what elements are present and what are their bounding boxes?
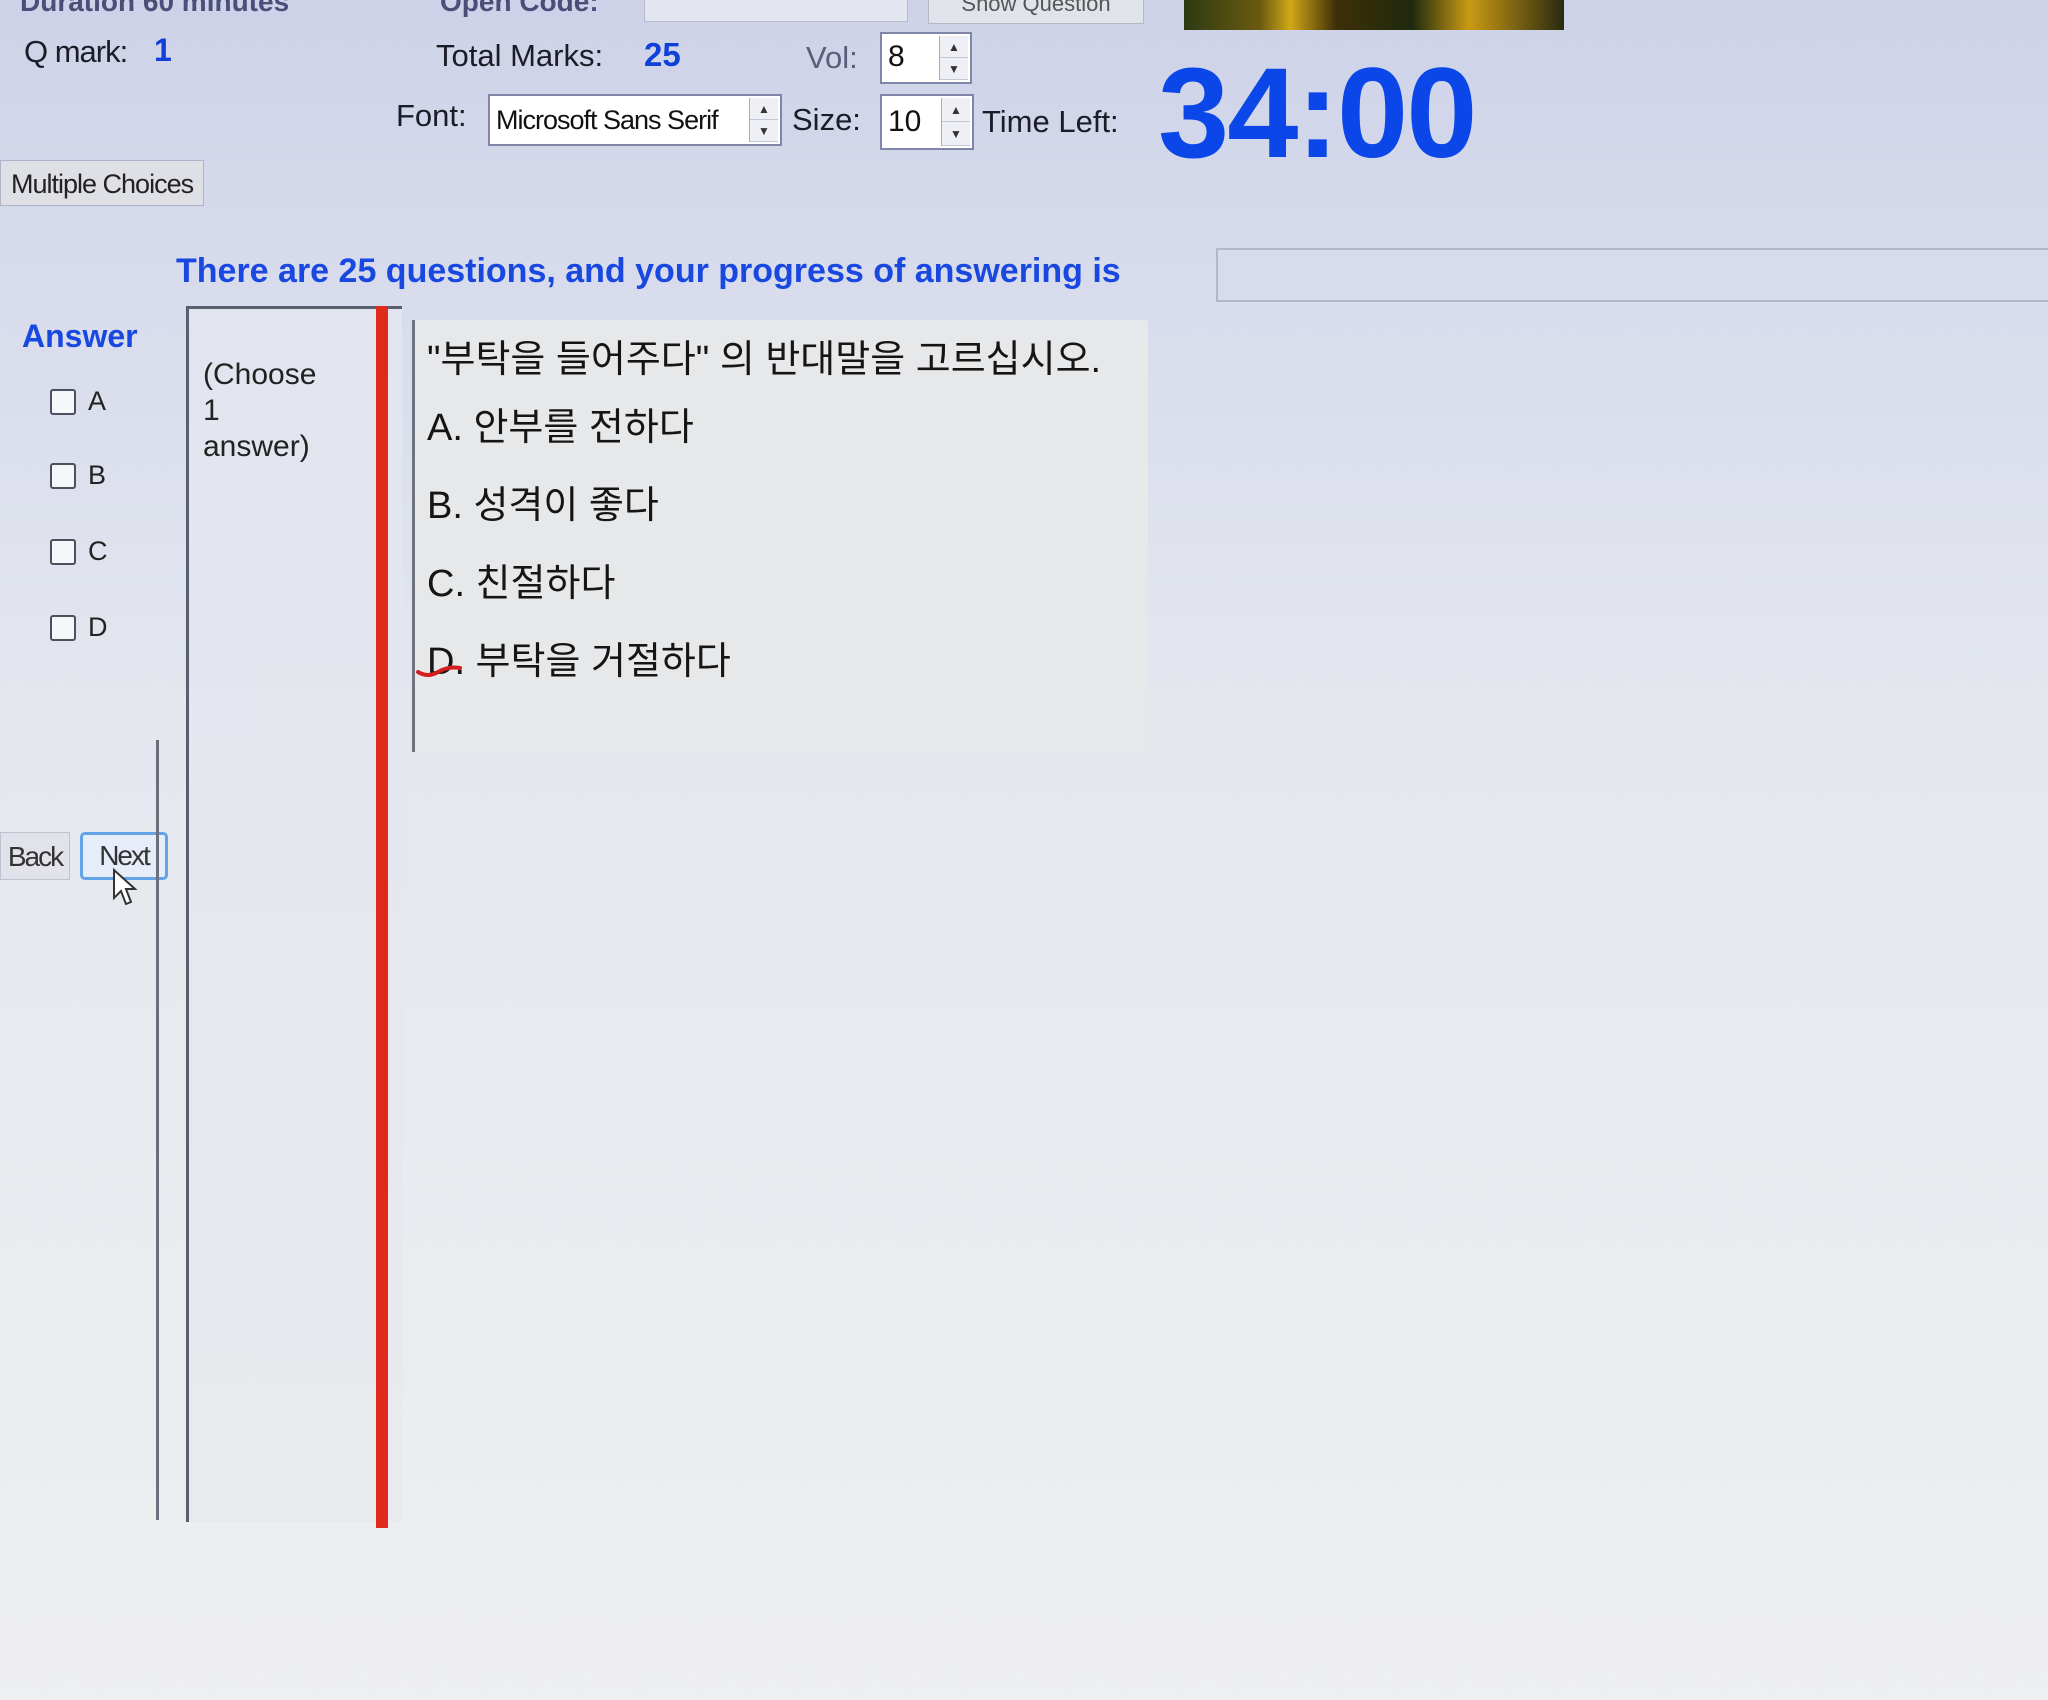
answer-title: Answer <box>22 318 138 354</box>
answer-option-b[interactable]: B <box>50 460 106 491</box>
choice-b: B. 성격이 좋다 <box>427 485 659 527</box>
red-underline-mark <box>416 665 462 677</box>
vol-stepper[interactable]: 8 ▲ ▼ <box>880 32 972 84</box>
checkbox-icon[interactable] <box>50 538 76 565</box>
mouse-cursor-icon <box>113 868 138 906</box>
chevron-down-icon[interactable]: ▼ <box>940 58 968 80</box>
size-value: 10 <box>888 105 922 138</box>
total-marks-label: Total Marks: <box>436 38 604 73</box>
question-prompt: "부탁을 들어주다" 의 반대말을 고르십시오. <box>427 339 1102 381</box>
answer-option-a[interactable]: A <box>50 386 106 417</box>
vol-value: 8 <box>888 40 905 73</box>
choice-d: D. 부탁을 거절하다 <box>427 641 731 683</box>
answer-option-label: C <box>88 536 108 566</box>
progress-text: There are 25 questions, and your progres… <box>176 252 1121 290</box>
back-button[interactable]: Back <box>0 832 70 880</box>
answer-option-label: A <box>88 386 107 416</box>
answer-option-label: B <box>88 460 107 490</box>
answer-option-label: D <box>88 612 108 642</box>
panel-divider <box>156 740 159 1520</box>
checkbox-icon[interactable] <box>50 614 76 641</box>
q-mark-label: Q mark: <box>24 34 128 69</box>
chevron-up-icon[interactable]: ▲ <box>942 98 970 122</box>
q-mark-value: 1 <box>154 32 172 68</box>
vol-label: Vol: <box>806 40 858 75</box>
checkbox-icon[interactable] <box>50 388 76 415</box>
size-label: Size: <box>792 102 861 137</box>
time-left-value: 34:00 <box>1158 42 1477 185</box>
size-stepper[interactable]: 10 ▲ ▼ <box>880 94 974 150</box>
question-panel-red-edge <box>376 306 388 1528</box>
time-left-label: Time Left: <box>982 104 1119 139</box>
font-label: Font: <box>396 98 467 133</box>
chevron-down-icon[interactable]: ▼ <box>750 120 778 142</box>
answer-option-c[interactable]: C <box>50 536 108 567</box>
checkbox-icon[interactable] <box>50 462 76 489</box>
font-value: Microsoft Sans Serif <box>496 105 719 135</box>
total-marks-value: 25 <box>644 36 681 73</box>
show-question-button[interactable]: Show Question <box>928 0 1144 24</box>
open-code-label-cutoff: Open Code: <box>440 0 599 17</box>
tab-multiple-choices[interactable]: Multiple Choices <box>0 160 204 206</box>
chevron-up-icon[interactable]: ▲ <box>940 36 968 58</box>
open-code-field[interactable] <box>644 0 908 22</box>
progress-bar <box>1216 248 2048 302</box>
choice-c: C. 친절하다 <box>427 563 616 605</box>
instructions-text: (Choose 1 answer) <box>203 358 317 463</box>
chevron-down-icon[interactable]: ▼ <box>942 122 970 146</box>
duration-label-cutoff: Duration 60 minutes <box>20 0 290 17</box>
choice-a: A. 안부를 전하다 <box>427 407 694 449</box>
instructions-panel: (Choose 1 answer) <box>186 306 402 1522</box>
chevron-up-icon[interactable]: ▲ <box>750 98 778 120</box>
answer-option-d[interactable]: D <box>50 612 108 643</box>
header-banner-image <box>1184 0 1564 30</box>
question-panel: "부탁을 들어주다" 의 반대말을 고르십시오. A. 안부를 전하다 B. 성… <box>412 320 1148 752</box>
font-stepper[interactable]: Microsoft Sans Serif ▲ ▼ <box>488 94 782 146</box>
